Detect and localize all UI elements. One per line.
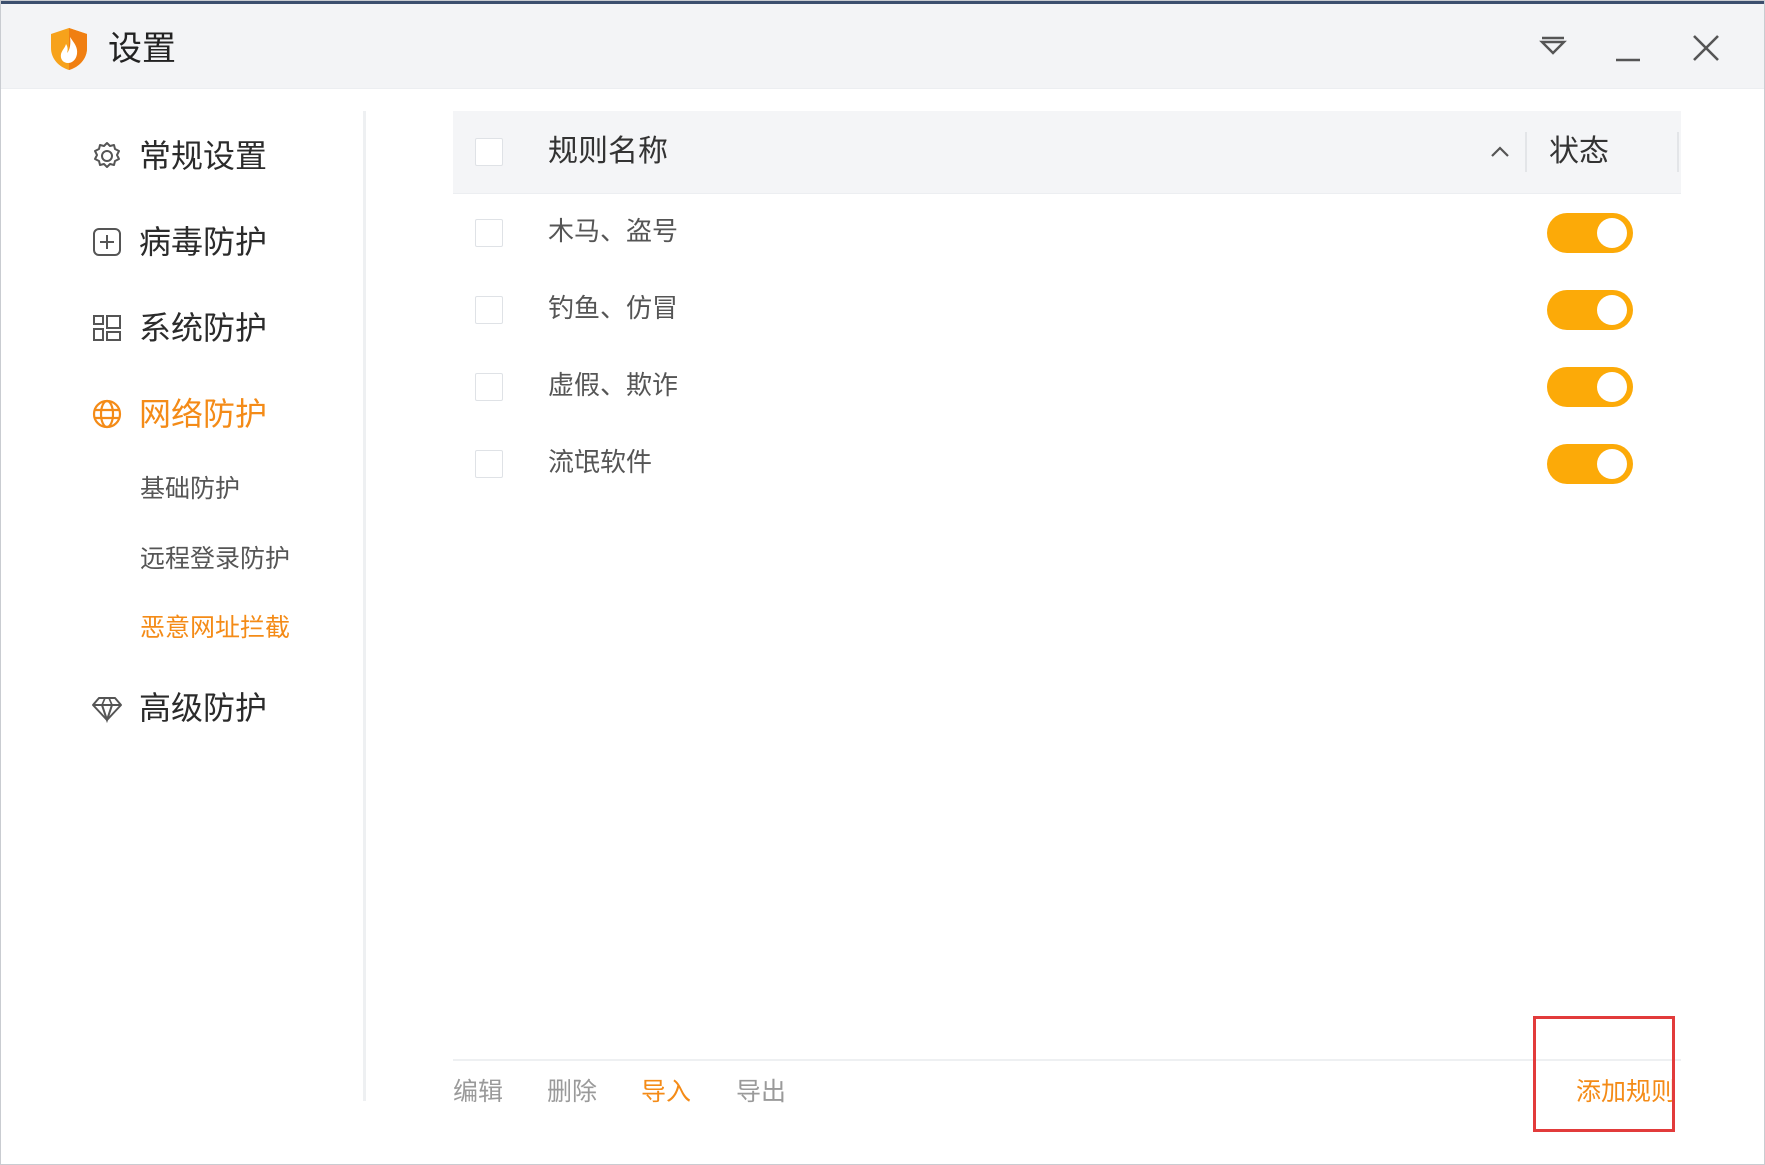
table-row[interactable]: 木马、盗号 [453, 194, 1681, 271]
sidebar-item-virus-protection[interactable]: 病毒防护 [89, 217, 349, 267]
close-button[interactable] [1678, 20, 1734, 76]
table-header: 规则名称 状态 [453, 111, 1681, 194]
row-checkbox[interactable] [475, 219, 503, 247]
diamond-icon [92, 697, 122, 724]
toggle-knob [1597, 372, 1627, 402]
toggle-knob [1597, 218, 1627, 248]
plus-square-icon [93, 228, 121, 256]
minimize-button[interactable] [1600, 20, 1656, 76]
column-separator[interactable] [1677, 132, 1679, 172]
rule-name: 木马、盗号 [548, 217, 679, 247]
toggle-knob [1597, 449, 1627, 479]
select-all-checkbox[interactable] [475, 138, 503, 166]
sidebar-subitem-malicious-url-blocking[interactable]: 恶意网址拦截 [140, 608, 290, 648]
sidebar-item-label: 常规设置 [139, 137, 268, 175]
status-toggle[interactable] [1547, 444, 1633, 484]
status-toggle[interactable] [1547, 290, 1633, 330]
settings-window: 设置 常规设置 病毒防护 系统防护 网络防护 基础防护 远程登录防护 恶意网址拦… [0, 0, 1765, 1165]
row-checkbox[interactable] [475, 296, 503, 324]
column-header-status: 状态 [1549, 134, 1609, 169]
table-row[interactable]: 虚假、欺诈 [453, 348, 1681, 425]
globe-icon [92, 399, 122, 429]
row-checkbox[interactable] [475, 373, 503, 401]
column-separator[interactable] [1525, 132, 1527, 172]
window-title: 设置 [108, 29, 176, 69]
rule-name: 钓鱼、仿冒 [548, 294, 679, 324]
status-toggle[interactable] [1547, 367, 1633, 407]
chevron-up-icon[interactable] [1485, 137, 1515, 167]
sidebar-item-label: 病毒防护 [139, 223, 268, 261]
export-button[interactable]: 导出 [736, 1072, 786, 1112]
gear-icon [94, 142, 120, 168]
grid-icon [93, 315, 121, 341]
rule-name: 虚假、欺诈 [548, 371, 679, 401]
toggle-knob [1597, 295, 1627, 325]
close-icon [1693, 35, 1719, 61]
import-button[interactable]: 导入 [641, 1072, 691, 1112]
rule-name: 流氓软件 [548, 448, 653, 478]
title-bar: 设置 [1, 4, 1764, 89]
row-checkbox[interactable] [475, 450, 503, 478]
sidebar-item-label: 高级防护 [139, 689, 268, 727]
delete-button[interactable]: 删除 [547, 1072, 597, 1112]
shield-flame-icon [51, 28, 87, 70]
triangle-down-icon [1539, 36, 1567, 55]
minimize-icon [1616, 58, 1640, 62]
sidebar-item-network-protection[interactable]: 网络防护 [89, 389, 349, 439]
sidebar-subitem-remote-login-protection[interactable]: 远程登录防护 [140, 539, 290, 579]
sidebar-item-general-settings[interactable]: 常规设置 [89, 131, 349, 181]
status-toggle[interactable] [1547, 213, 1633, 253]
add-rule-button[interactable]: 添加规则 [1576, 1072, 1676, 1112]
footer-divider [453, 1059, 1681, 1061]
table-row[interactable]: 钓鱼、仿冒 [453, 271, 1681, 348]
sidebar-item-label: 系统防护 [139, 309, 268, 347]
menu-button[interactable] [1525, 20, 1581, 76]
sidebar-item-system-protection[interactable]: 系统防护 [89, 303, 349, 353]
sidebar-item-advanced-protection[interactable]: 高级防护 [89, 683, 349, 733]
sidebar-item-label: 网络防护 [139, 395, 268, 433]
column-header-rule-name[interactable]: 规则名称 [548, 111, 668, 193]
edit-button[interactable]: 编辑 [453, 1072, 503, 1112]
sidebar-subitem-basic-protection[interactable]: 基础防护 [140, 469, 240, 509]
table-row[interactable]: 流氓软件 [453, 425, 1681, 502]
sidebar-divider [363, 111, 366, 1101]
